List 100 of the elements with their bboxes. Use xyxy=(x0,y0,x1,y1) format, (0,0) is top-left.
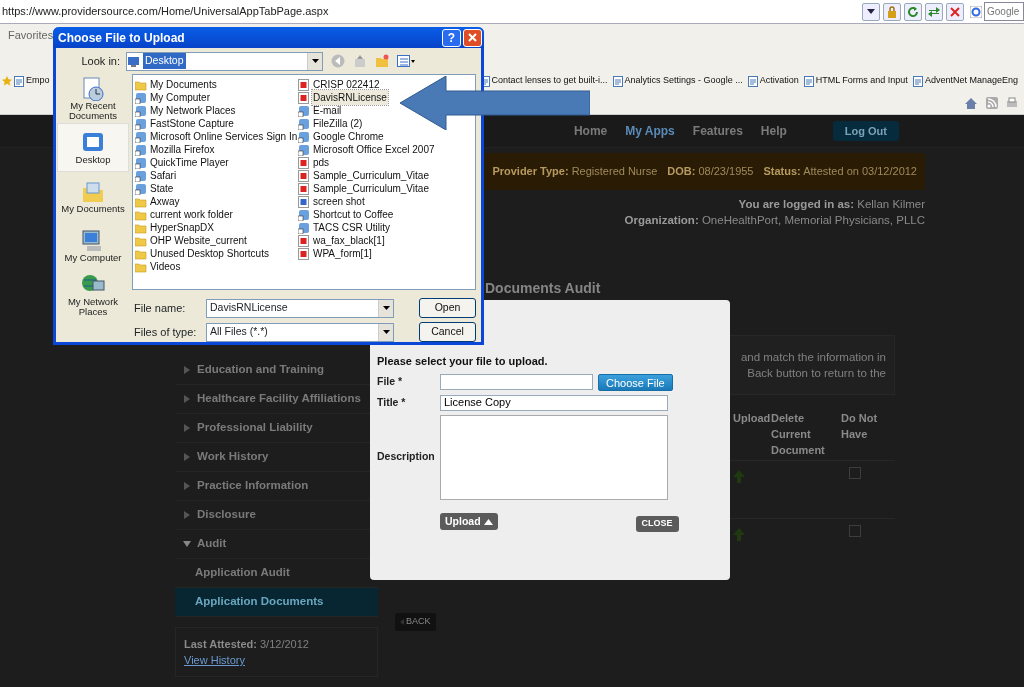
places-item[interactable]: My Documents xyxy=(57,172,129,221)
file-item[interactable]: Sample_Curriculum_Vitae xyxy=(298,182,430,195)
shortcut-icon xyxy=(135,156,147,169)
page-heading: Documents Audit xyxy=(485,279,602,298)
arrows-icon xyxy=(928,5,940,18)
file-item[interactable]: current work folder xyxy=(135,208,234,221)
bookmark-link[interactable]: Analytics Settings - Google ... xyxy=(612,74,743,88)
desktop-icon xyxy=(127,54,140,68)
places-item[interactable]: My Recent Documents xyxy=(57,74,129,123)
shortcut-icon xyxy=(135,169,147,182)
file-item[interactable]: Sample_Curriculum_Vitae xyxy=(298,169,430,182)
page-icon xyxy=(14,75,24,87)
folder-icon xyxy=(135,260,147,273)
file-item[interactable]: FastStone Capture xyxy=(135,117,235,130)
close-button[interactable]: CLOSE xyxy=(635,515,679,532)
shortcut-icon xyxy=(298,208,310,221)
file-item[interactable]: OHP Website_current xyxy=(135,234,248,247)
sidebar-subitem[interactable]: Application Documents xyxy=(175,588,378,617)
caret-icon xyxy=(382,330,390,334)
description-field[interactable] xyxy=(440,414,668,500)
upload-button[interactable]: Upload xyxy=(440,513,498,530)
new-folder-icon xyxy=(375,54,389,68)
file-item[interactable]: pds xyxy=(298,156,331,169)
column-header: Delete Current Document xyxy=(771,411,826,458)
file-item[interactable]: Microsoft Office Excel 2007 xyxy=(298,143,436,156)
file-item[interactable]: Mozilla Firefox xyxy=(135,143,216,156)
file-item[interactable]: Safari xyxy=(135,169,178,182)
choose-file-button[interactable]: Choose File xyxy=(598,373,673,391)
search-field[interactable]: Google xyxy=(984,2,1024,21)
file-item[interactable]: Shortcut to Coffee xyxy=(298,208,395,221)
file-item[interactable]: HyperSnapDX xyxy=(135,221,215,234)
back-button[interactable]: BACK xyxy=(395,613,436,631)
checkbox[interactable] xyxy=(849,525,861,537)
document-icon xyxy=(298,169,310,182)
up-folder-icon xyxy=(353,54,367,68)
field-label: File name: xyxy=(134,300,187,316)
nav-link[interactable]: Home xyxy=(573,122,608,140)
logout-button[interactable]: Log Out xyxy=(832,120,899,142)
file-item[interactable]: E-mail xyxy=(298,104,343,117)
file-item[interactable]: CRISP 022412 xyxy=(298,78,381,91)
look-in-combo[interactable]: Desktop xyxy=(126,51,323,71)
dropdown-button[interactable] xyxy=(862,2,880,21)
folder-icon xyxy=(135,234,147,247)
file-item[interactable]: My Documents xyxy=(135,78,218,91)
info-text: Organization: OneHealthPort, Memorial Physicians, PLLC xyxy=(624,214,925,226)
file-item[interactable]: Google Chrome xyxy=(298,130,385,143)
upload-arrow-icon xyxy=(733,527,745,541)
document-icon xyxy=(298,195,310,208)
file-item[interactable]: My Network Places xyxy=(135,104,237,117)
close-icon xyxy=(950,6,960,17)
bookmark-link[interactable]: Activation xyxy=(747,74,799,88)
help-button[interactable]: ? xyxy=(442,28,461,47)
file-item[interactable]: Unused Desktop Shortcuts xyxy=(135,247,270,260)
refresh-button[interactable] xyxy=(904,2,922,21)
address-field[interactable]: https://www.providersource.com/Home/UniversalAppTabPage.aspx xyxy=(2,3,859,20)
cancel-button[interactable]: Cancel xyxy=(419,322,476,342)
shortcut-icon xyxy=(135,117,147,130)
nav-link[interactable]: Help xyxy=(760,122,787,140)
file-type-dropdown[interactable]: All Files (*.*) xyxy=(206,322,394,342)
info-text: Provider Type: Registered Nurse xyxy=(492,164,658,180)
caret-icon xyxy=(867,9,875,14)
file-item[interactable]: QuickTime Player xyxy=(135,156,230,169)
file-item[interactable]: My Computer xyxy=(135,91,211,104)
file-item[interactable]: WPA_form[1] xyxy=(298,247,373,260)
file-item[interactable]: screen shot xyxy=(298,195,366,208)
places-item[interactable]: My Computer xyxy=(57,221,129,270)
history-link[interactable]: View History xyxy=(184,654,245,666)
nav-link[interactable]: Features xyxy=(692,122,743,140)
info-text: DOB: 08/23/1955 xyxy=(667,164,754,180)
file-name-field[interactable]: DavisRNLicense xyxy=(206,298,394,318)
file-item[interactable]: FileZilla (2) xyxy=(298,117,364,130)
folder-icon xyxy=(135,195,147,208)
open-button[interactable]: Open xyxy=(419,298,476,318)
file-item[interactable]: Microsoft Online Services Sign In xyxy=(135,130,299,143)
bookmark-link[interactable]: Empo xyxy=(14,74,50,88)
folder-icon xyxy=(135,247,147,260)
stop-button[interactable] xyxy=(946,2,964,21)
places-item[interactable]: My Network Places xyxy=(57,270,129,319)
places-item[interactable]: Desktop xyxy=(57,123,129,172)
close-button[interactable] xyxy=(463,28,482,47)
nav-link[interactable]: My Apps xyxy=(625,122,675,140)
file-item[interactable]: State xyxy=(135,182,175,195)
file-field[interactable] xyxy=(440,374,593,390)
prompt-text: Please select your file to upload. xyxy=(377,354,549,369)
caret-icon xyxy=(400,618,404,625)
go-button[interactable] xyxy=(925,2,943,21)
caret-icon xyxy=(382,306,390,310)
file-item[interactable]: Videos xyxy=(135,260,182,273)
file-item[interactable]: Axway xyxy=(135,195,181,208)
bookmark-link[interactable]: HTML Forms and Input xyxy=(803,74,908,88)
file-item[interactable]: TACS CSR Utility xyxy=(298,221,392,234)
favorites-label[interactable]: Favorites xyxy=(8,26,54,44)
star-icon xyxy=(2,76,12,86)
upload-arrow-icon xyxy=(733,469,745,483)
title-field[interactable]: License Copy xyxy=(440,394,668,411)
caret-icon xyxy=(483,518,493,525)
bookmark-link[interactable]: AdventNet ManageEng xyxy=(912,74,1018,88)
file-item[interactable]: wa_fax_black[1] xyxy=(298,234,386,247)
column-header: Upload xyxy=(733,411,771,426)
checkbox[interactable] xyxy=(849,467,861,479)
